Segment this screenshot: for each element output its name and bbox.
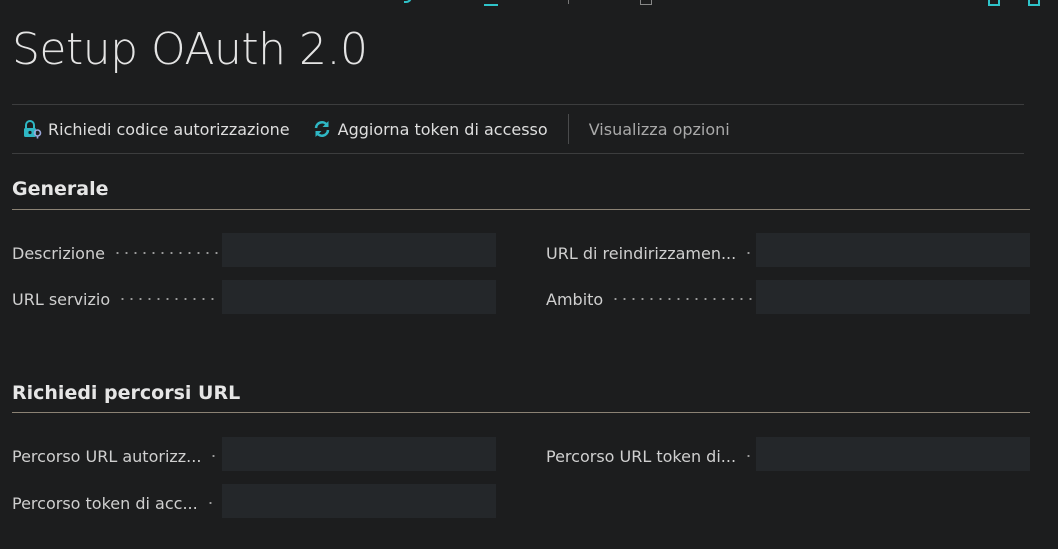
clipped-divider bbox=[568, 0, 569, 4]
oauth-setup-page: Setup OAuth 2.0 Richiedi codice autorizz… bbox=[0, 0, 1058, 549]
refresh-access-token-label: Aggiorna token di accesso bbox=[337, 119, 548, 139]
section-divider bbox=[12, 209, 1030, 210]
scope-input[interactable] bbox=[756, 280, 1030, 314]
refresh-access-token-button[interactable]: Aggiorna token di accesso bbox=[312, 105, 568, 153]
clipped-icon bbox=[484, 0, 498, 6]
clipped-icon bbox=[640, 0, 652, 5]
refresh-icon bbox=[312, 119, 332, 139]
section-title-url-paths: Richiedi percorsi URL bbox=[12, 382, 241, 404]
command-bar: Richiedi codice autorizzazione Aggiorna … bbox=[12, 104, 1024, 154]
section-title-general: Generale bbox=[12, 178, 109, 200]
toolbar-divider bbox=[567, 114, 569, 144]
token-url-path-label: Percorso URL token di... bbox=[546, 439, 754, 473]
description-label: Descrizione bbox=[12, 236, 220, 270]
view-options-button[interactable]: Visualizza opzioni bbox=[589, 105, 730, 153]
page-title: Setup OAuth 2.0 bbox=[12, 24, 368, 75]
auth-url-path-input[interactable] bbox=[222, 437, 496, 471]
view-options-label: Visualizza opzioni bbox=[588, 119, 730, 139]
access-token-path-label: Percorso token di acc... bbox=[12, 486, 220, 520]
clipped-icon bbox=[404, 0, 412, 3]
service-url-input[interactable] bbox=[222, 280, 496, 314]
scope-label: Ambito bbox=[546, 282, 754, 316]
clipped-icon bbox=[1028, 0, 1040, 6]
request-authorization-code-label: Richiedi codice autorizzazione bbox=[48, 119, 290, 139]
clipped-top-toolbar bbox=[0, 0, 1058, 6]
request-authorization-code-button[interactable]: Richiedi codice autorizzazione bbox=[12, 105, 312, 153]
section-divider bbox=[12, 412, 1030, 413]
token-url-path-input[interactable] bbox=[756, 437, 1030, 471]
description-input[interactable] bbox=[222, 233, 496, 267]
redirect-url-label: URL di reindirizzamen... bbox=[546, 236, 754, 270]
service-url-label: URL servizio bbox=[12, 282, 220, 316]
lock-key-icon bbox=[22, 119, 42, 139]
redirect-url-input[interactable] bbox=[756, 233, 1030, 267]
auth-url-path-label: Percorso URL autorizz... bbox=[12, 439, 220, 473]
access-token-path-input[interactable] bbox=[222, 484, 496, 518]
clipped-icon bbox=[988, 0, 1000, 6]
